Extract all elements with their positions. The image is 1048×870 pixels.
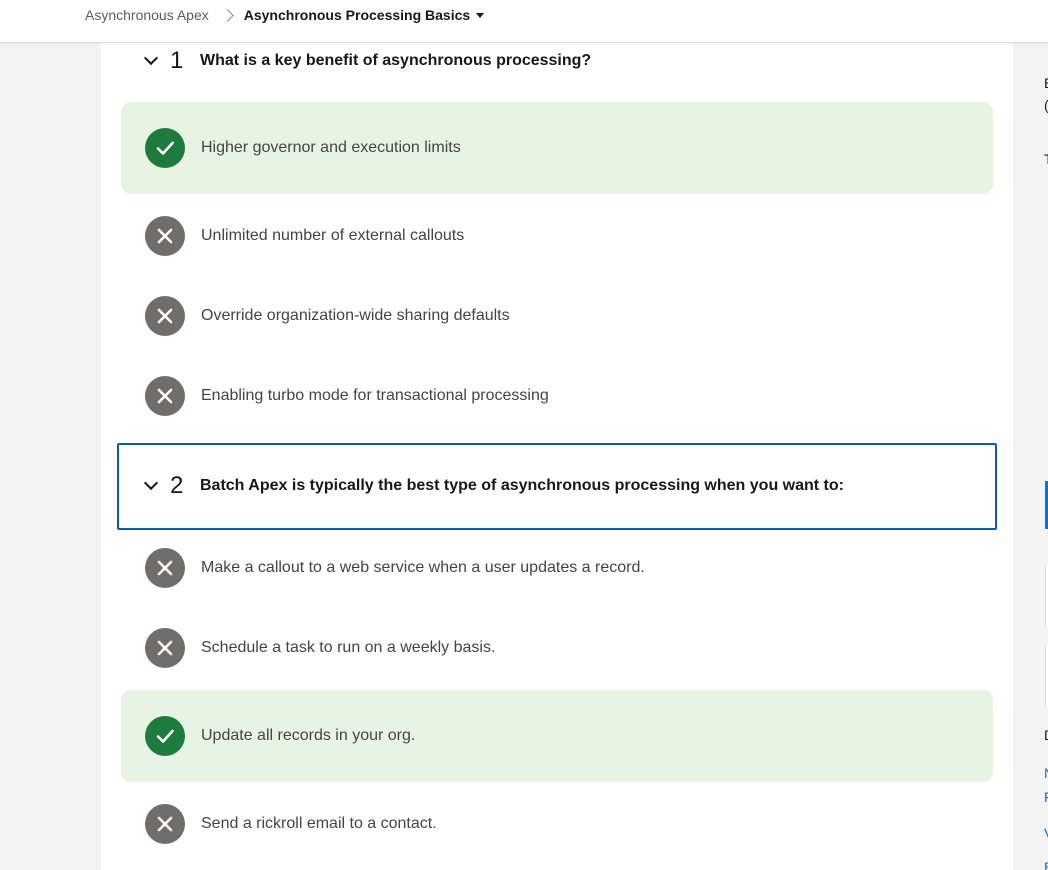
chevron-down-icon	[143, 50, 159, 66]
right-side-panel: E ( T D N F V E	[1013, 43, 1048, 870]
question-2-header[interactable]: 2 Batch Apex is typically the best type …	[143, 471, 844, 501]
side-panel-text: E	[1044, 75, 1048, 91]
answer-option[interactable]: Make a callout to a web service when a u…	[121, 522, 993, 614]
side-panel-link[interactable]: E	[1044, 859, 1048, 870]
side-panel-text: (	[1044, 97, 1048, 113]
side-panel-text: T	[1044, 151, 1048, 167]
answer-option[interactable]: Higher governor and execution limits	[121, 102, 993, 194]
x-icon	[145, 548, 185, 588]
answer-text: Enabling turbo mode for transactional pr…	[201, 387, 549, 404]
side-panel-link[interactable]: N	[1044, 765, 1048, 781]
breadcrumb: Asynchronous Apex Asynchronous Processin…	[85, 7, 485, 23]
chevron-down-icon	[143, 475, 159, 491]
x-icon	[145, 628, 185, 668]
question-number: 2	[170, 472, 184, 499]
caret-down-icon	[476, 13, 485, 18]
answer-text: Make a callout to a web service when a u…	[201, 559, 645, 576]
answer-option[interactable]: Override organization-wide sharing defau…	[121, 270, 993, 362]
x-icon	[145, 376, 185, 416]
breadcrumb-current-dropdown[interactable]: Asynchronous Processing Basics	[243, 7, 485, 23]
x-icon	[145, 296, 185, 336]
answer-option[interactable]: Schedule a task to run on a weekly basis…	[121, 602, 993, 694]
top-bar: Asynchronous Apex Asynchronous Processin…	[0, 0, 1048, 43]
answer-option[interactable]: Update all records in your org.	[121, 690, 993, 782]
x-icon	[145, 216, 185, 256]
side-panel-link[interactable]: F	[1044, 789, 1048, 805]
quiz-content: 1 What is a key benefit of asynchronous …	[101, 43, 1013, 870]
answer-text: Override organization-wide sharing defau…	[201, 307, 510, 324]
answer-option[interactable]: Unlimited number of external callouts	[121, 190, 993, 282]
breadcrumb-current-label: Asynchronous Processing Basics	[243, 7, 471, 23]
answer-text: Send a rickroll email to a contact.	[201, 815, 437, 832]
side-panel-link[interactable]: V	[1044, 825, 1048, 841]
breadcrumb-parent-link[interactable]: Asynchronous Apex	[85, 7, 209, 23]
question-text: What is a key benefit of asynchronous pr…	[200, 52, 592, 69]
answer-text: Update all records in your org.	[201, 727, 416, 744]
answer-text: Schedule a task to run on a weekly basis…	[201, 639, 496, 656]
answer-option[interactable]: Enabling turbo mode for transactional pr…	[121, 350, 993, 442]
chevron-right-icon	[220, 8, 234, 22]
x-icon	[145, 804, 185, 844]
question-number: 1	[170, 47, 184, 74]
question-1-header[interactable]: 1 What is a key benefit of asynchronous …	[143, 46, 591, 76]
answer-text: Higher governor and execution limits	[201, 139, 461, 156]
answer-text: Unlimited number of external callouts	[201, 227, 465, 244]
check-icon	[145, 716, 185, 756]
question-text: Batch Apex is typically the best type of…	[200, 477, 844, 494]
side-panel-heading: D	[1044, 727, 1048, 743]
answer-option[interactable]: Send a rickroll email to a contact.	[121, 778, 993, 870]
check-icon	[145, 128, 185, 168]
